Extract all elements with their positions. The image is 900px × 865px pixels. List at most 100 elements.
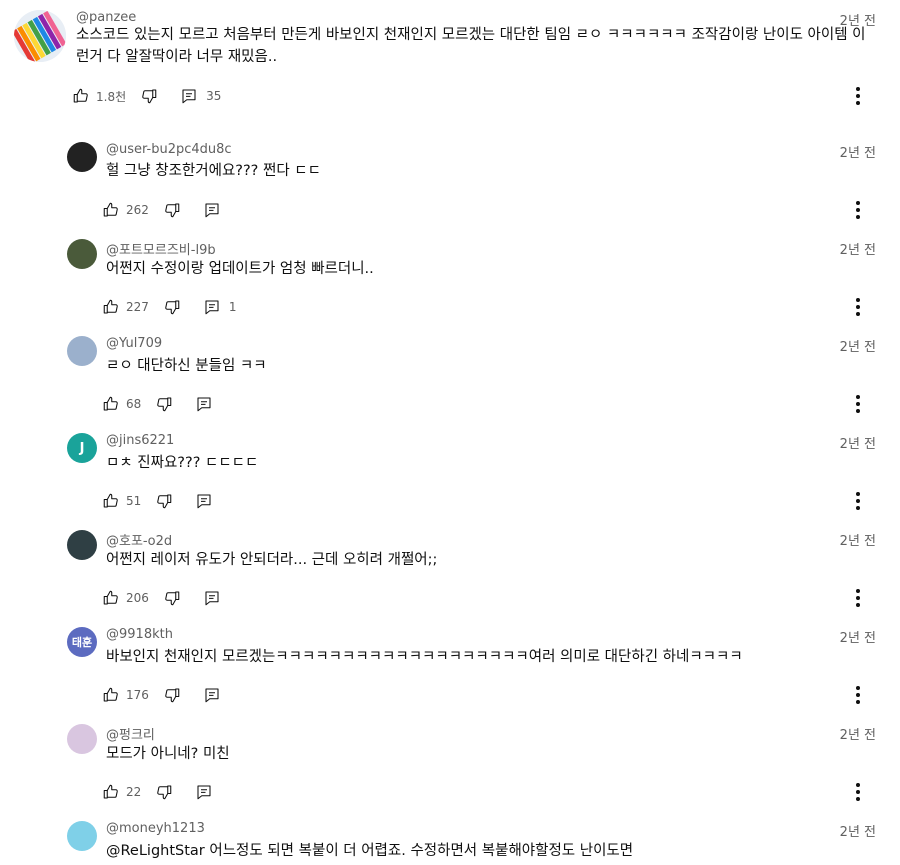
- reply-button[interactable]: [195, 395, 213, 413]
- reply-button[interactable]: [203, 686, 221, 704]
- thumb-up-icon: [102, 589, 120, 607]
- like-button[interactable]: 51: [102, 492, 141, 510]
- reply-icon: [195, 783, 213, 801]
- comment-author[interactable]: @9918kth: [106, 627, 173, 642]
- comment-text: 어쩐지 레이저 유도가 안되더라... 근데 오히려 개쩔어;;: [106, 552, 438, 568]
- comment-actions: 1.8천 35: [72, 84, 221, 108]
- comment-actions: 51: [102, 489, 213, 513]
- dislike-button[interactable]: [163, 298, 181, 316]
- reply-button[interactable]: [195, 783, 213, 801]
- more-vertical-icon[interactable]: [850, 84, 866, 108]
- like-button[interactable]: 22: [102, 783, 141, 801]
- more-vertical-icon[interactable]: [850, 780, 866, 804]
- comment-actions: 22: [102, 780, 213, 804]
- comment-author[interactable]: @moneyh1213: [106, 821, 205, 836]
- comment-text: 모드가 아니네? 미친: [106, 746, 230, 762]
- comment-time[interactable]: 2년 전: [840, 142, 876, 161]
- comment-author[interactable]: @Yul709: [106, 336, 162, 351]
- thumb-up-icon: [102, 298, 120, 316]
- avatar[interactable]: [67, 724, 97, 754]
- avatar[interactable]: [67, 336, 97, 366]
- thumb-up-icon: [102, 395, 120, 413]
- reply-count: 35: [206, 89, 222, 103]
- comment-time[interactable]: 2년 전: [840, 433, 876, 452]
- thumb-down-icon: [155, 783, 173, 801]
- more-vertical-icon[interactable]: [850, 295, 866, 319]
- reply-button[interactable]: [195, 492, 213, 510]
- comment-author[interactable]: @호포-o2d: [106, 530, 172, 549]
- reply-button[interactable]: [203, 201, 221, 219]
- comment-text: 어쩐지 수정이랑 업데이트가 엄청 빠르더니..: [106, 261, 374, 277]
- thumb-down-icon: [163, 589, 181, 607]
- comment-author[interactable]: @펑크리: [106, 724, 155, 743]
- more-vertical-icon[interactable]: [850, 198, 866, 222]
- avatar[interactable]: J: [67, 433, 97, 463]
- thumb-down-icon: [163, 298, 181, 316]
- dislike-button[interactable]: [155, 395, 173, 413]
- avatar[interactable]: [67, 142, 97, 172]
- comment-author[interactable]: @jins6221: [106, 433, 174, 448]
- comment-actions: 176: [102, 683, 221, 707]
- thumb-up-icon: [102, 686, 120, 704]
- more-vertical-icon[interactable]: [850, 683, 866, 707]
- like-count: 206: [126, 591, 149, 605]
- dislike-button[interactable]: [163, 589, 181, 607]
- dislike-button[interactable]: [155, 492, 173, 510]
- more-vertical-icon[interactable]: [850, 489, 866, 513]
- comment-text: ㄹㅇ 대단하신 분들임 ㅋㅋ: [106, 358, 267, 374]
- comment-author[interactable]: @포트모르즈비-l9b: [106, 239, 216, 258]
- thumb-up-icon: [102, 492, 120, 510]
- like-button[interactable]: 176: [102, 686, 149, 704]
- reply-button[interactable]: 35: [180, 87, 221, 105]
- comment-time[interactable]: 2년 전: [840, 239, 876, 258]
- comment-author[interactable]: @user-bu2pc4du8c: [106, 142, 232, 157]
- dislike-button[interactable]: [163, 686, 181, 704]
- like-button[interactable]: 206: [102, 589, 149, 607]
- comment-text: ㅁㅊ 진짜요??? ㄷㄷㄷㄷ: [106, 455, 259, 471]
- dislike-button[interactable]: [155, 783, 173, 801]
- avatar-initials: J: [79, 440, 85, 456]
- avatar[interactable]: [67, 239, 97, 269]
- comment-time[interactable]: 2년 전: [840, 336, 876, 355]
- like-count: 227: [126, 300, 149, 314]
- like-count: 68: [126, 397, 142, 411]
- like-button[interactable]: 227: [102, 298, 149, 316]
- dislike-button[interactable]: [140, 87, 158, 105]
- like-count: 262: [126, 203, 149, 217]
- avatar[interactable]: [14, 10, 66, 62]
- thumb-down-icon: [163, 686, 181, 704]
- like-button[interactable]: 68: [102, 395, 141, 413]
- comment-actions: 68: [102, 392, 213, 416]
- avatar[interactable]: [67, 821, 97, 851]
- comment-actions: 227 1: [102, 295, 237, 319]
- avatar-initials: 태훈: [71, 636, 93, 649]
- comment-author[interactable]: @panzee: [76, 10, 136, 25]
- like-count: 176: [126, 688, 149, 702]
- thumb-down-icon: [155, 395, 173, 413]
- comment-time[interactable]: 2년 전: [840, 724, 876, 743]
- like-button[interactable]: 262: [102, 201, 149, 219]
- reply-icon: [203, 298, 221, 316]
- like-button[interactable]: 1.8천: [72, 87, 126, 105]
- comment-text: 바보인지 천재인지 모르겠는ㅋㅋㅋㅋㅋㅋㅋㅋㅋㅋㅋㅋㅋㅋㅋㅋㅋㅋㅋ여러 의미로 …: [106, 649, 743, 665]
- comment-time[interactable]: 2년 전: [840, 821, 876, 840]
- avatar[interactable]: 태훈: [67, 627, 97, 657]
- reply-icon: [195, 395, 213, 413]
- comment-text: 헐 그냥 창조한거에요??? 쩐다 ㄷㄷ: [106, 163, 321, 179]
- reply-count: 1: [228, 300, 237, 314]
- reply-icon: [180, 87, 198, 105]
- reply-button[interactable]: [203, 589, 221, 607]
- thumb-up-icon: [102, 783, 120, 801]
- more-vertical-icon[interactable]: [850, 586, 866, 610]
- avatar[interactable]: [67, 530, 97, 560]
- reply-icon: [203, 201, 221, 219]
- dislike-button[interactable]: [163, 201, 181, 219]
- thumb-up-icon: [72, 87, 90, 105]
- comment-text: 소스코드 있는지 모르고 처음부터 만든게 바보인지 천재인지 모르겠는 대단한…: [76, 27, 866, 65]
- reply-icon: [195, 492, 213, 510]
- comment-time[interactable]: 2년 전: [840, 530, 876, 549]
- comment-time[interactable]: 2년 전: [840, 627, 876, 646]
- reply-button[interactable]: 1: [203, 298, 237, 316]
- more-vertical-icon[interactable]: [850, 392, 866, 416]
- comment-actions: 262: [102, 198, 221, 222]
